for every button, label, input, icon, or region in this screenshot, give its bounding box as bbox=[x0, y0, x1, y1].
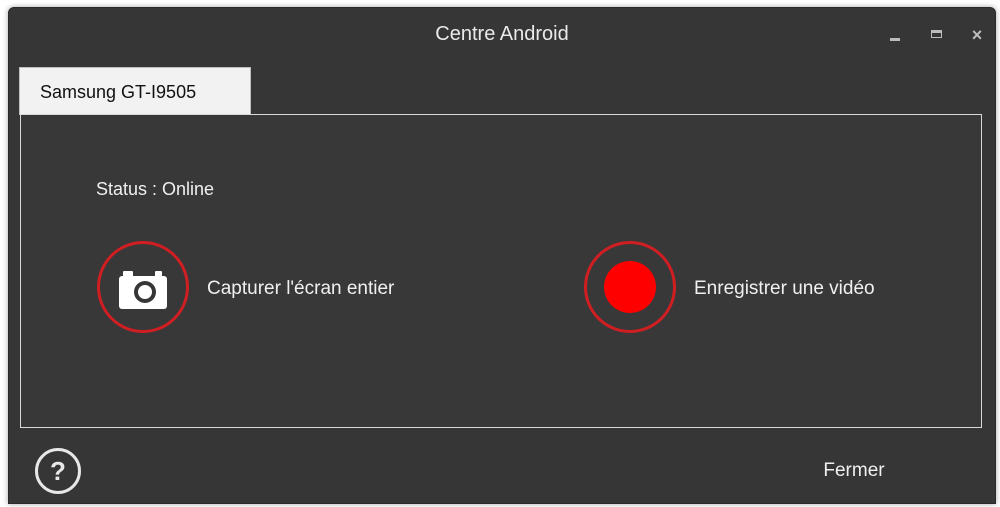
maximize-button[interactable] bbox=[926, 24, 948, 46]
app-window: Centre Android × Samsung GT-I9505 Status… bbox=[8, 7, 996, 504]
capture-ring bbox=[97, 241, 189, 333]
device-panel: Status : Online Capturer l'écran entier … bbox=[20, 114, 982, 428]
window-title: Centre Android bbox=[435, 23, 569, 45]
minimize-icon bbox=[890, 38, 900, 41]
record-icon bbox=[604, 261, 656, 313]
minimize-button[interactable] bbox=[884, 24, 906, 46]
tab-device[interactable]: Samsung GT-I9505 bbox=[19, 67, 251, 115]
title-bar[interactable]: Centre Android × bbox=[9, 8, 995, 60]
close-button[interactable]: Fermer bbox=[794, 454, 914, 488]
capture-label: Capturer l'écran entier bbox=[207, 278, 395, 299]
help-button[interactable]: ? bbox=[35, 448, 81, 494]
close-icon: × bbox=[971, 25, 983, 45]
record-ring bbox=[584, 241, 676, 333]
record-label: Enregistrer une vidéo bbox=[694, 278, 875, 299]
help-icon: ? bbox=[50, 456, 66, 486]
capture-screen-button[interactable]: Capturer l'écran entier bbox=[97, 241, 477, 337]
record-video-button[interactable]: Enregistrer une vidéo bbox=[584, 241, 964, 337]
camera-icon bbox=[119, 271, 167, 309]
status-text: Status : Online bbox=[96, 179, 215, 199]
close-window-button[interactable]: × bbox=[966, 24, 988, 46]
maximize-icon bbox=[931, 30, 942, 38]
